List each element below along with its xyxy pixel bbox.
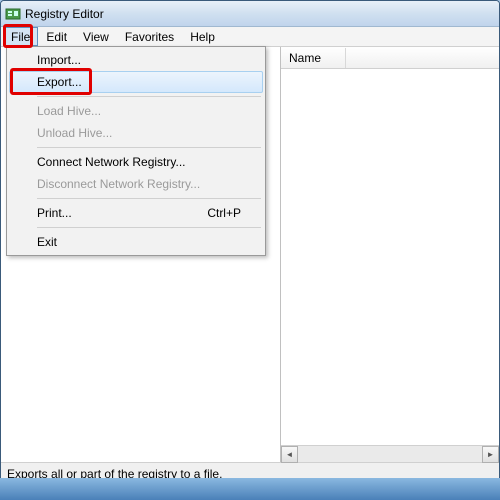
menu-item-unload-hive: Unload Hive...: [9, 122, 263, 144]
menu-item-load-hive: Load Hive...: [9, 100, 263, 122]
menu-item-disconnect-network: Disconnect Network Registry...: [9, 173, 263, 195]
scroll-track[interactable]: [298, 446, 482, 462]
menu-view[interactable]: View: [75, 27, 117, 46]
menu-item-import[interactable]: Import...: [9, 49, 263, 71]
list-pane[interactable]: Name ◄ ►: [281, 47, 499, 462]
menu-item-label: Import...: [37, 53, 81, 67]
menu-item-label: Print...: [37, 206, 72, 220]
menu-separator: [37, 96, 261, 97]
menu-item-export[interactable]: Export...: [9, 71, 263, 93]
menu-separator: [37, 227, 261, 228]
menu-item-exit[interactable]: Exit: [9, 231, 263, 253]
menu-item-label: Load Hive...: [37, 104, 101, 118]
menu-favorites[interactable]: Favorites: [117, 27, 182, 46]
menu-item-label: Export...: [37, 75, 82, 89]
menu-separator: [37, 147, 261, 148]
menu-item-print[interactable]: Print... Ctrl+P: [9, 202, 263, 224]
taskbar[interactable]: [0, 478, 500, 500]
scroll-left-button[interactable]: ◄: [281, 446, 298, 463]
file-menu-dropdown: Import... Export... Load Hive... Unload …: [6, 46, 266, 256]
menu-separator: [37, 198, 261, 199]
menu-item-label: Connect Network Registry...: [37, 155, 186, 169]
titlebar[interactable]: Registry Editor: [1, 1, 499, 27]
menu-item-label: Unload Hive...: [37, 126, 112, 140]
horizontal-scrollbar[interactable]: ◄ ►: [281, 445, 499, 462]
list-header: Name: [281, 47, 499, 69]
menu-file[interactable]: File: [3, 27, 38, 46]
menu-help[interactable]: Help: [182, 27, 223, 46]
menubar: File Edit View Favorites Help: [1, 27, 499, 47]
scroll-right-button[interactable]: ►: [482, 446, 499, 463]
column-name[interactable]: Name: [281, 48, 346, 68]
menu-edit[interactable]: Edit: [38, 27, 75, 46]
menu-item-connect-network[interactable]: Connect Network Registry...: [9, 151, 263, 173]
menu-item-label: Disconnect Network Registry...: [37, 177, 200, 191]
regedit-icon: [5, 6, 21, 22]
menu-item-label: Exit: [37, 235, 57, 249]
window-title: Registry Editor: [25, 7, 104, 21]
menu-item-shortcut: Ctrl+P: [207, 206, 241, 220]
